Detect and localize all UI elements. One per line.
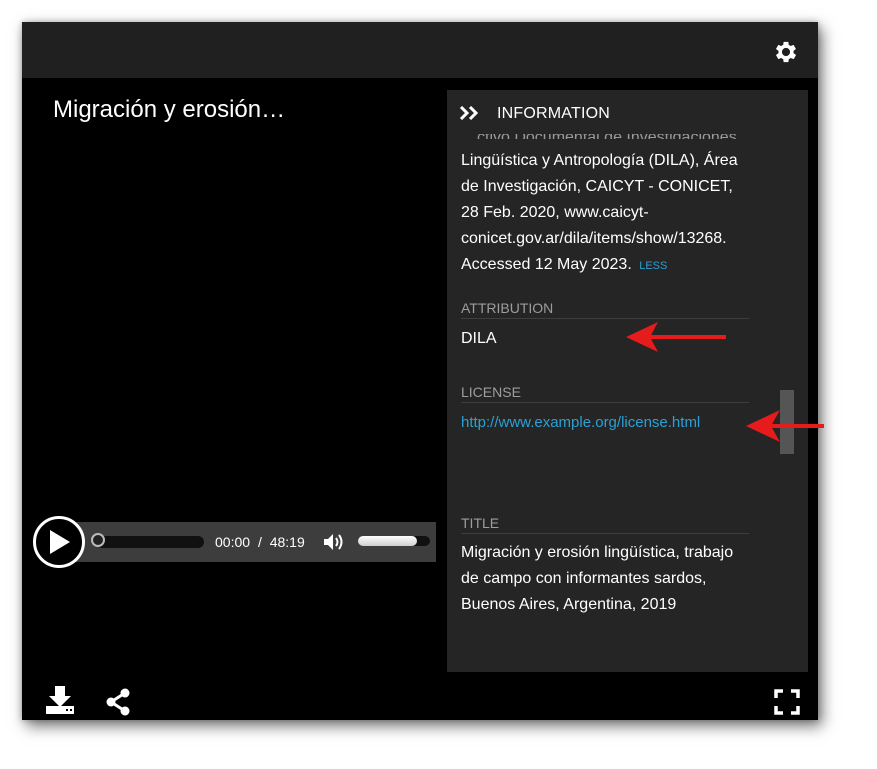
title-value: Migración y erosión lingüística, trabajo… [461, 544, 734, 613]
share-icon[interactable] [105, 688, 131, 716]
volume-slider[interactable] [358, 536, 430, 546]
current-time: 00:00 [215, 534, 251, 550]
attribution-label: ATTRIBUTION [461, 300, 749, 319]
play-button[interactable] [33, 516, 85, 568]
media-player: Migración y erosión… 00:00 / 48:19 INFOR… [22, 22, 818, 720]
citation-body: Lingüística y Antropología (DILA), Área … [461, 152, 738, 273]
panel-header: INFORMATION [447, 90, 808, 134]
time-display: 00:00 / 48:19 [215, 534, 305, 550]
information-panel: INFORMATION …ctivo Documental de Investi… [447, 90, 808, 672]
progress-track[interactable] [96, 536, 204, 548]
fullscreen-icon[interactable] [774, 689, 800, 715]
annotation-arrow-license [746, 410, 824, 442]
media-title: Migración y erosión… [53, 96, 286, 123]
panel-title: INFORMATION [497, 105, 611, 122]
less-link[interactable]: LESS [639, 260, 667, 272]
volume-level [358, 536, 417, 546]
gear-icon[interactable] [772, 38, 800, 66]
time-separator: / [257, 534, 262, 550]
volume-icon[interactable] [324, 532, 346, 552]
annotation-arrow-attribution [626, 322, 726, 352]
license-value: http://www.example.org/license.html [461, 410, 751, 436]
download-icon[interactable] [44, 686, 76, 716]
license-link[interactable]: http://www.example.org/license.html [461, 414, 700, 431]
license-label: LICENSE [461, 384, 749, 403]
citation-text: Lingüística y Antropología (DILA), Área … [461, 148, 751, 279]
play-icon [50, 530, 70, 554]
chevron-double-right-icon[interactable] [459, 106, 481, 120]
total-time: 48:19 [269, 534, 305, 550]
title-label: TITLE [461, 515, 749, 534]
top-bar [22, 22, 818, 78]
progress-handle[interactable] [91, 533, 105, 547]
